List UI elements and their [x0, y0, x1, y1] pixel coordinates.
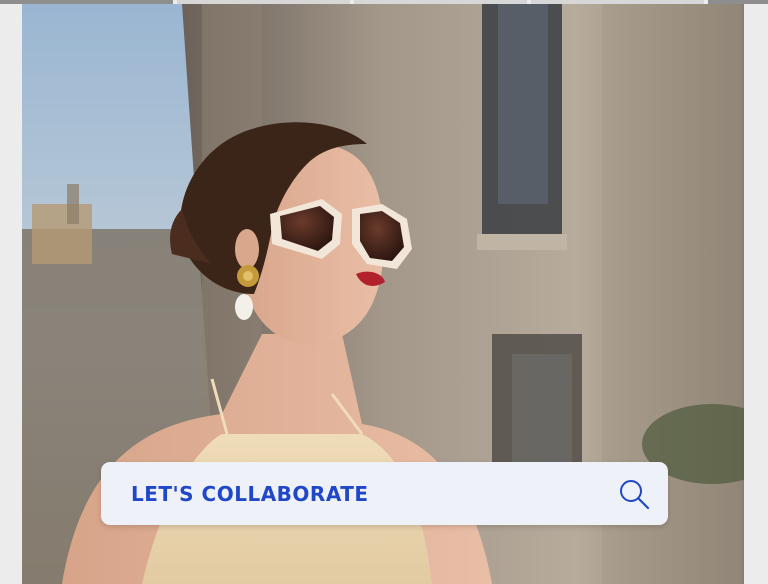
search-icon[interactable] — [616, 476, 652, 512]
search-label: LET'S COLLABORATE — [131, 481, 369, 506]
story-page: LET'S COLLABORATE — [0, 0, 768, 584]
collaborate-search-bar[interactable]: LET'S COLLABORATE — [101, 462, 668, 525]
